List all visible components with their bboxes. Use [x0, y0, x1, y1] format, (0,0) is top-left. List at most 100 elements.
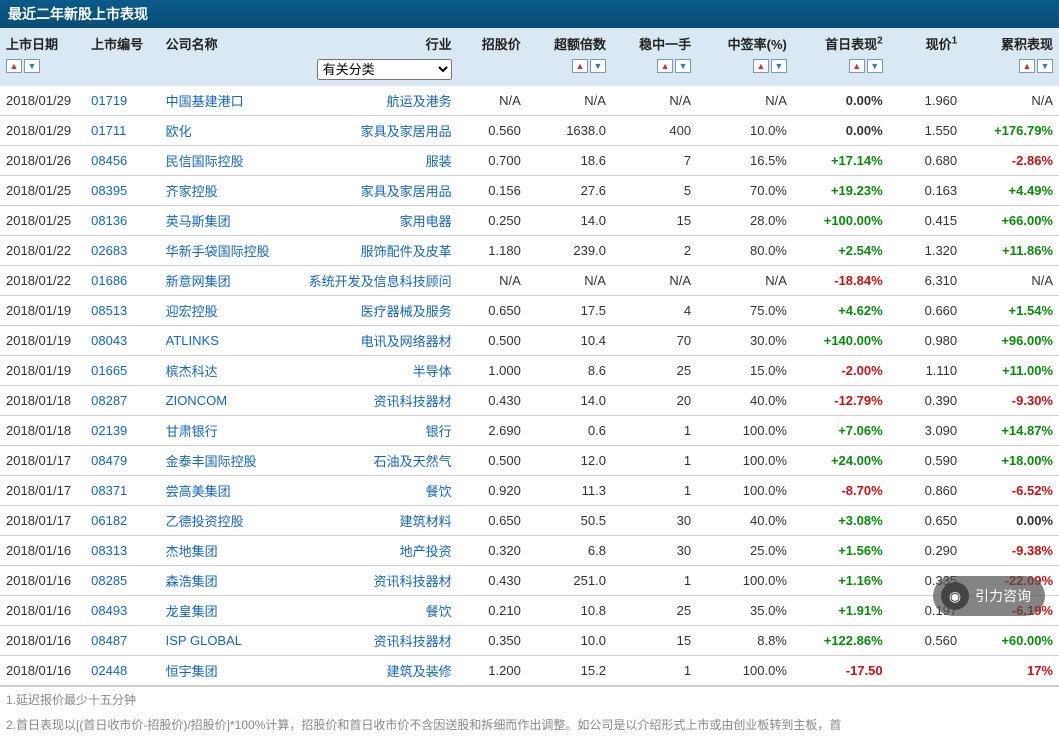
- cell-cumulative: +66.00%: [963, 206, 1059, 236]
- cell-name[interactable]: 杰地集团: [160, 536, 298, 566]
- industry-filter[interactable]: 有关分类: [317, 59, 452, 80]
- cell-cumulative: 0.00%: [963, 506, 1059, 536]
- cell-code[interactable]: 08313: [85, 536, 160, 566]
- cell-offerprice: 0.430: [458, 386, 527, 416]
- sort-date[interactable]: ▲▼: [6, 59, 40, 73]
- cell-code[interactable]: 01719: [85, 86, 160, 116]
- cell-name[interactable]: ATLINKS: [160, 326, 298, 356]
- cell-name[interactable]: 新意网集团: [160, 266, 298, 296]
- cell-code[interactable]: 01665: [85, 356, 160, 386]
- cell-code[interactable]: 02683: [85, 236, 160, 266]
- cell-name[interactable]: 乙德投资控股: [160, 506, 298, 536]
- cell-code[interactable]: 08136: [85, 206, 160, 236]
- cell-code[interactable]: 08456: [85, 146, 160, 176]
- cell-oversub: 15.2: [527, 656, 612, 686]
- cell-industry[interactable]: 系统开发及信息科技顾问: [298, 266, 458, 296]
- cell-offerprice: 1.200: [458, 656, 527, 686]
- cell-industry[interactable]: 餐饮: [298, 596, 458, 626]
- cell-date: 2018/01/19: [0, 296, 85, 326]
- cell-name[interactable]: 甘肃银行: [160, 416, 298, 446]
- cell-price: 0.163: [889, 176, 964, 206]
- cell-name[interactable]: 迎宏控股: [160, 296, 298, 326]
- cell-winrate: 35.0%: [697, 596, 793, 626]
- cell-industry[interactable]: 家具及家居用品: [298, 116, 458, 146]
- cell-cumulative: +60.00%: [963, 626, 1059, 656]
- cell-name[interactable]: 华新手袋国际控股: [160, 236, 298, 266]
- cell-industry[interactable]: 家用电器: [298, 206, 458, 236]
- cell-code[interactable]: 08513: [85, 296, 160, 326]
- cell-name[interactable]: 尝高美集团: [160, 476, 298, 506]
- cell-name[interactable]: 金泰丰国际控股: [160, 446, 298, 476]
- cell-code[interactable]: 01686: [85, 266, 160, 296]
- cell-name[interactable]: 龙皇集团: [160, 596, 298, 626]
- cell-industry[interactable]: 电讯及网络器材: [298, 326, 458, 356]
- cell-code[interactable]: 08487: [85, 626, 160, 656]
- cell-industry[interactable]: 地产投资: [298, 536, 458, 566]
- cell-name[interactable]: 英马斯集团: [160, 206, 298, 236]
- cell-code[interactable]: 01711: [85, 116, 160, 146]
- sort-winrate[interactable]: ▲▼: [753, 59, 787, 73]
- cell-code[interactable]: 06182: [85, 506, 160, 536]
- sort-asc-icon: ▲: [753, 59, 769, 73]
- cell-code[interactable]: 02448: [85, 656, 160, 686]
- cell-firstday: 0.00%: [793, 116, 889, 146]
- cell-industry[interactable]: 资讯科技器材: [298, 626, 458, 656]
- cell-name[interactable]: ZIONCOM: [160, 386, 298, 416]
- cell-code[interactable]: 08493: [85, 596, 160, 626]
- header-row: 上市日期 上市编号 公司名称 行业 招股价 超额倍数 稳中一手 中签率(%) 首…: [0, 28, 1059, 55]
- cell-name[interactable]: 槟杰科达: [160, 356, 298, 386]
- table-row: 2018/01/1802139甘肃银行银行2.6900.61100.0%+7.0…: [0, 416, 1059, 446]
- sort-row: ▲▼ 有关分类 ▲▼ ▲▼ ▲▼ ▲▼ ▲▼: [0, 55, 1059, 86]
- cell-code[interactable]: 08285: [85, 566, 160, 596]
- cell-cumulative: +11.00%: [963, 356, 1059, 386]
- cell-industry[interactable]: 银行: [298, 416, 458, 446]
- cell-industry[interactable]: 服饰配件及皮革: [298, 236, 458, 266]
- watermark: ◉ 引力咨询: [933, 576, 1045, 616]
- cell-industry[interactable]: 半导体: [298, 356, 458, 386]
- cell-name[interactable]: 欧化: [160, 116, 298, 146]
- sort-cumulative[interactable]: ▲▼: [1019, 59, 1053, 73]
- cell-winrate: 10.0%: [697, 116, 793, 146]
- cell-industry[interactable]: 医疗器械及服务: [298, 296, 458, 326]
- sort-onelot[interactable]: ▲▼: [657, 59, 691, 73]
- cell-industry[interactable]: 建筑材料: [298, 506, 458, 536]
- cell-name[interactable]: 民信国际控股: [160, 146, 298, 176]
- cell-oversub: 6.8: [527, 536, 612, 566]
- cell-industry[interactable]: 服装: [298, 146, 458, 176]
- cell-industry[interactable]: 餐饮: [298, 476, 458, 506]
- cell-code[interactable]: 08371: [85, 476, 160, 506]
- cell-name[interactable]: 中国基建港口: [160, 86, 298, 116]
- cell-code[interactable]: 02139: [85, 416, 160, 446]
- cell-oversub: 10.4: [527, 326, 612, 356]
- cell-industry[interactable]: 资讯科技器材: [298, 386, 458, 416]
- cell-industry[interactable]: 建筑及装修: [298, 656, 458, 686]
- cell-winrate: N/A: [697, 266, 793, 296]
- cell-winrate: 8.8%: [697, 626, 793, 656]
- cell-name[interactable]: 恒宇集团: [160, 656, 298, 686]
- cell-industry[interactable]: 航运及港务: [298, 86, 458, 116]
- cell-code[interactable]: 08287: [85, 386, 160, 416]
- cell-code[interactable]: 08395: [85, 176, 160, 206]
- cell-code[interactable]: 08043: [85, 326, 160, 356]
- cell-cumulative: +1.54%: [963, 296, 1059, 326]
- cell-code[interactable]: 08479: [85, 446, 160, 476]
- cell-industry[interactable]: 家具及家居用品: [298, 176, 458, 206]
- cell-onelot: 7: [612, 146, 697, 176]
- table-row: 2018/01/1608493龙皇集团餐饮0.21010.82535.0%+1.…: [0, 596, 1059, 626]
- cell-oversub: N/A: [527, 86, 612, 116]
- cell-name[interactable]: 森浩集团: [160, 566, 298, 596]
- table-row: 2018/01/2508395齐家控股家具及家居用品0.15627.6570.0…: [0, 176, 1059, 206]
- cell-date: 2018/01/19: [0, 326, 85, 356]
- cell-industry[interactable]: 石油及天然气: [298, 446, 458, 476]
- cell-date: 2018/01/25: [0, 176, 85, 206]
- cell-offerprice: N/A: [458, 86, 527, 116]
- cell-name[interactable]: 齐家控股: [160, 176, 298, 206]
- table-row: 2018/01/1808287ZIONCOM资讯科技器材0.43014.0204…: [0, 386, 1059, 416]
- sort-oversub[interactable]: ▲▼: [572, 59, 606, 73]
- sort-firstday[interactable]: ▲▼: [849, 59, 883, 73]
- cell-price: 6.310: [889, 266, 964, 296]
- cell-industry[interactable]: 资讯科技器材: [298, 566, 458, 596]
- cell-name[interactable]: ISP GLOBAL: [160, 626, 298, 656]
- cell-firstday: +17.14%: [793, 146, 889, 176]
- title-bar: 最近二年新股上市表现: [0, 0, 1059, 28]
